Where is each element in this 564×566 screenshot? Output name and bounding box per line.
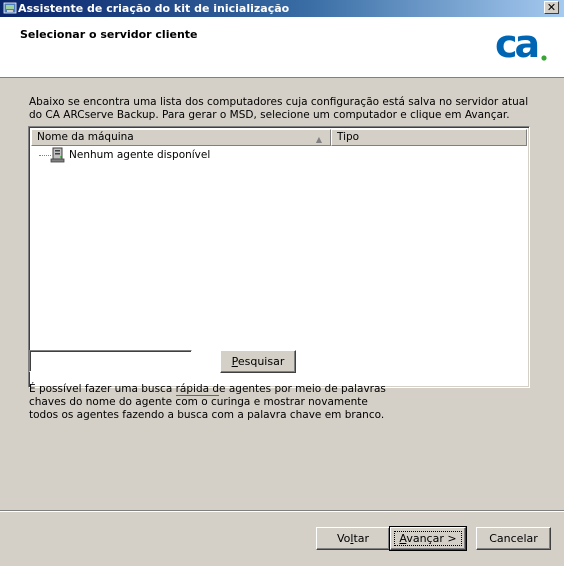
wizard-header: Selecionar o servidor cliente ca xyxy=(0,17,564,78)
list-header: Nome da máquina ▲ Tipo xyxy=(31,129,527,146)
search-button[interactable]: Pesquisar xyxy=(220,350,296,373)
ca-logo: ca xyxy=(495,25,547,65)
page-title: Selecionar o servidor cliente xyxy=(20,28,198,41)
back-label-pre: Vo xyxy=(336,532,351,545)
close-icon: ✕ xyxy=(546,1,557,14)
wizard-content: Abaixo se encontra uma lista dos computa… xyxy=(0,78,564,528)
search-button-label-rest: esquisar xyxy=(237,355,285,368)
column-header-machine-name[interactable]: Nome da máquina ▲ xyxy=(31,129,331,146)
next-focus-rect: Avançar > xyxy=(394,531,462,546)
machine-list[interactable]: Nome da máquina ▲ Tipo Nenhum agente dis… xyxy=(28,126,530,388)
instructions-text: Abaixo se encontra uma lista dos computa… xyxy=(29,96,529,121)
wizard-app-icon xyxy=(3,2,17,14)
cancel-button[interactable]: Cancelar xyxy=(476,527,551,550)
server-icon xyxy=(50,147,65,163)
column-header-type[interactable]: Tipo xyxy=(331,129,527,146)
window-title: Assistente de criação do kit de iniciali… xyxy=(18,2,290,15)
back-button[interactable]: Voltar xyxy=(316,527,390,550)
title-bar[interactable]: Assistente de criação do kit de iniciali… xyxy=(0,0,564,17)
next-label-post: vançar > xyxy=(406,532,457,545)
column-header-label: Tipo xyxy=(337,131,360,143)
search-input[interactable] xyxy=(29,350,192,372)
hint-highlight: rápida d xyxy=(175,383,220,396)
sort-ascending-icon: ▲ xyxy=(315,135,322,144)
back-label-post: tar xyxy=(353,532,370,545)
close-button[interactable]: ✕ xyxy=(544,1,559,14)
list-item-label: Nenhum agente disponível xyxy=(69,149,211,161)
search-hint-text: É possível fazer uma busca rápida de age… xyxy=(29,383,389,422)
next-button[interactable]: Avançar > xyxy=(389,526,467,551)
footer-separator xyxy=(0,510,564,512)
svg-text:ca: ca xyxy=(495,25,538,65)
column-header-label: Nome da máquina xyxy=(37,131,134,143)
hint-part-1: É possível fazer uma busca xyxy=(29,383,176,395)
